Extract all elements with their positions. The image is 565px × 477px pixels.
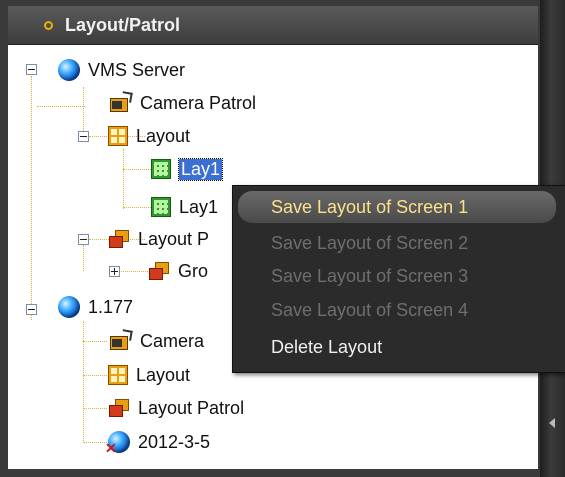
camera-patrol-icon: [108, 91, 133, 114]
layout-patrol-icon: [108, 228, 130, 250]
layout-grid-icon: [108, 365, 128, 385]
tree-node-group[interactable]: Gro: [148, 256, 208, 286]
node-label: Layout: [136, 125, 191, 146]
menu-item-save-screen-1[interactable]: Save Layout of Screen 1: [238, 191, 556, 223]
node-label: VMS Server: [88, 59, 186, 80]
context-menu: Save Layout of Screen 1 Save Layout of S…: [232, 185, 565, 373]
tree-node-lay2[interactable]: Lay1: [151, 192, 218, 222]
tree-node-device[interactable]: 2012-3-5: [105, 427, 211, 457]
camera-patrol-icon: [108, 329, 133, 352]
menu-item-save-screen-3[interactable]: Save Layout of Screen 3: [233, 260, 565, 292]
tree-node-camera-patrol[interactable]: Camera Patrol: [108, 88, 256, 118]
tree-node-layout2[interactable]: Layout: [108, 360, 190, 390]
globe-disconnected-icon: [105, 431, 130, 457]
tree-node-layout-patrol2[interactable]: Layout Patrol: [108, 393, 244, 423]
layout-grid-icon: [108, 126, 128, 146]
collapse-vms-server-icon[interactable]: [26, 64, 37, 75]
node-label: Gro: [178, 260, 209, 281]
layout-patrol-icon: [108, 397, 130, 419]
globe-icon: [58, 59, 80, 81]
tree-node-layout[interactable]: Layout: [108, 121, 190, 151]
layout-green-grid-icon: [151, 197, 171, 217]
panel-bottom-border: [8, 469, 538, 477]
node-label: Camera Patrol: [140, 92, 257, 113]
layout-green-grid-icon: [151, 159, 171, 179]
layout-patrol-icon: [148, 260, 170, 282]
node-label: Lay1: [179, 196, 219, 217]
collapse-arrow-icon[interactable]: [549, 418, 555, 428]
expand-group-icon[interactable]: [109, 266, 120, 277]
node-label: Layout Patrol: [138, 397, 245, 418]
header-bullet-icon: [44, 20, 53, 30]
tree-node-layout-patrol[interactable]: Layout P: [108, 224, 209, 254]
tree-node-camera[interactable]: Camera: [108, 326, 204, 356]
node-label: Camera: [140, 330, 205, 351]
node-label-selected: Lay1: [177, 157, 224, 181]
node-label: Layout: [136, 364, 191, 385]
globe-icon: [58, 296, 80, 318]
tree-node-vms-server[interactable]: VMS Server: [58, 55, 185, 85]
collapse-layout-icon[interactable]: [78, 131, 89, 142]
tree-node-lay1[interactable]: Lay1: [151, 154, 224, 184]
panel-header: Layout/Patrol: [8, 6, 538, 45]
panel-title: Layout/Patrol: [65, 14, 181, 35]
node-label: 2012-3-5: [138, 431, 211, 452]
menu-item-save-screen-4[interactable]: Save Layout of Screen 4: [233, 294, 565, 326]
collapse-layout-patrol-icon[interactable]: [78, 234, 89, 245]
window-frame: Layout/Patrol VMS Server Camera Patrol L…: [0, 0, 565, 477]
menu-item-save-screen-2[interactable]: Save Layout of Screen 2: [233, 227, 565, 259]
collapse-server2-icon[interactable]: [26, 304, 37, 315]
node-label: 1.177: [88, 296, 134, 317]
menu-item-delete-layout[interactable]: Delete Layout: [233, 331, 565, 363]
tree-node-server2[interactable]: 1.177: [58, 292, 133, 322]
node-label: Layout P: [138, 228, 210, 249]
